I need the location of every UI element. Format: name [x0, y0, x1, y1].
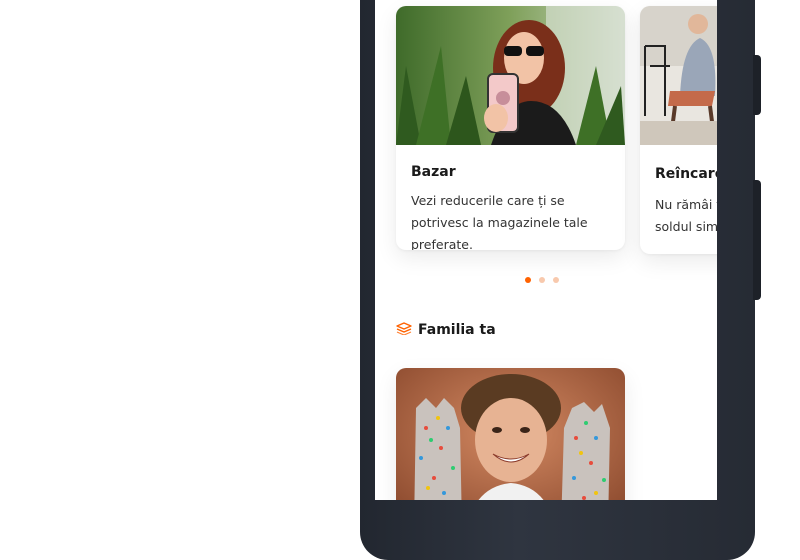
- card-description-line: soldul simpl: [655, 219, 717, 234]
- family-photo: [396, 368, 625, 500]
- power-button: [753, 180, 761, 300]
- carousel-card-bazar[interactable]: Bazar Vezi reducerile care ți se potrive…: [396, 6, 625, 250]
- card-description-line: Nu rămâi fă: [655, 197, 717, 212]
- section-title: Familia ta: [418, 321, 496, 338]
- card-description: Nu rămâi fă soldul simpl: [655, 194, 717, 238]
- family-card[interactable]: [396, 368, 625, 500]
- family-section-header: Familia ta: [396, 320, 496, 339]
- stack-icon: [396, 320, 412, 339]
- app-screen: Bazar Vezi reducerile care ți se potrive…: [375, 0, 717, 500]
- pagination-dot-2[interactable]: [539, 277, 545, 283]
- bazar-photo: [396, 6, 625, 145]
- reincarca-photo: [640, 6, 717, 145]
- card-title: Bazar: [411, 164, 456, 180]
- card-description: Vezi reducerile care ți se potrivesc la …: [411, 193, 588, 250]
- carousel-pagination: [525, 277, 559, 283]
- volume-button: [753, 55, 761, 115]
- card-title: Reîncarcă: [655, 166, 717, 182]
- carousel-card-reincarca[interactable]: Reîncarcă Nu rămâi fă soldul simpl: [640, 6, 717, 254]
- pagination-dot-3[interactable]: [553, 277, 559, 283]
- pagination-dot-1[interactable]: [525, 277, 531, 283]
